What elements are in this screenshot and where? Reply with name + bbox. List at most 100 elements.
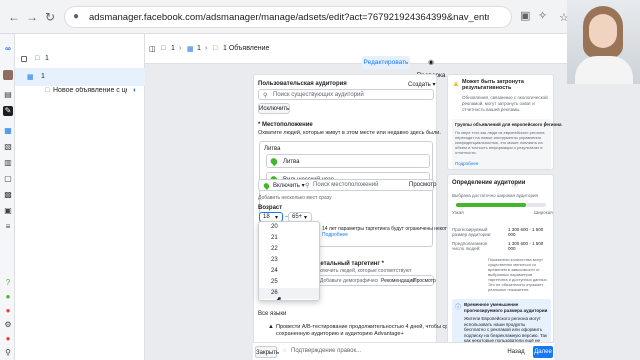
age-min-dropdown-list[interactable]: 20 21 22 23 24 25 26 ⬈	[258, 221, 320, 301]
info-icon[interactable]: ⓘ	[512, 180, 518, 189]
ab-test-text: Провести A/B-тестирование продолжительно…	[276, 324, 466, 330]
webcam-overlay	[567, 0, 640, 84]
tree-item-ad[interactable]: □ Новое объявление с целью "... ◐	[15, 82, 145, 100]
chevron-right-icon: ›	[179, 45, 182, 52]
extension-puzzle-icon[interactable]: ✧	[538, 9, 547, 22]
tree-item-label: 1	[41, 73, 45, 80]
eye-icon: ◉	[428, 59, 434, 66]
tree-item-label: Новое объявление с целью "...	[53, 87, 127, 94]
chevron-down-icon: ▾	[275, 215, 279, 221]
ab-test-text-line2: сохраненную аудиторию и аудиторию Advant…	[276, 331, 404, 337]
chart-icon[interactable]: ▤	[3, 90, 13, 100]
breadcrumb-campaign[interactable]: 1	[171, 45, 175, 52]
info-circle-icon: ⓘ	[455, 305, 462, 311]
ad-small-icon: □	[213, 45, 218, 52]
ab-test-icon: ▲	[268, 324, 274, 330]
age-option-hovered[interactable]: 26	[259, 288, 319, 299]
search-icon[interactable]: ⚲	[3, 348, 13, 358]
search-icon: ⚲	[305, 183, 310, 189]
tree-item-label: 1	[45, 55, 49, 62]
location-pin-icon	[269, 156, 279, 167]
age-option[interactable]: 25	[259, 277, 319, 288]
settings-gear-icon[interactable]: ⚙	[3, 320, 13, 330]
alerts-icon[interactable]: ●	[3, 306, 13, 316]
forward-arrow-icon[interactable]: →	[24, 9, 40, 25]
location-chip-lithuania[interactable]: Литва	[266, 154, 430, 168]
detailed-targeting-input[interactable]: Добавьте демографические данные, интерес…	[316, 275, 436, 286]
add-bulk-locations-link[interactable]: Добавить несколько мест сразу	[258, 195, 332, 201]
tree-checkbox[interactable]	[21, 56, 27, 62]
browser-toolbar: ← → ↻ ● adsmanager.facebook.com/adsmanag…	[0, 0, 640, 34]
help-icon[interactable]: ?	[3, 278, 13, 288]
age-option[interactable]: 22	[259, 244, 319, 255]
group-info-box: Группы объявлений для европейского регио…	[452, 119, 561, 169]
detailed-targeting-title: Детальный таргетинг *	[316, 261, 384, 267]
adset-icon: ▦	[187, 46, 194, 53]
meta-logo-icon[interactable]: ∞	[3, 44, 13, 54]
calendar-icon[interactable]: ▢	[3, 174, 13, 184]
campaigns-icon[interactable]: ▦	[3, 126, 13, 136]
mouse-cursor-icon: ⬈	[275, 295, 282, 301]
age-max-value: 65+	[292, 214, 303, 220]
group-body: По мере того как люди из европейского ре…	[455, 130, 545, 155]
audience-search-input[interactable]: ⚲ Поиск существующих аудиторий	[258, 89, 434, 100]
location-search-row: Включить ▾ ⚲ Поиск местоположений Просмо…	[258, 179, 436, 191]
right-sidebar: ▲ Может быть затронута результативность …	[447, 74, 561, 360]
status-half-icon: ◐	[133, 87, 138, 94]
warning-icon: ▲	[452, 79, 460, 88]
exclude-button[interactable]: Исключить	[258, 103, 290, 114]
reports-icon[interactable]: ▣	[3, 206, 13, 216]
back-arrow-icon[interactable]: ←	[6, 9, 22, 25]
audience-definition-card: Определение аудитории ⓘ Выбрана достаточ…	[447, 174, 554, 360]
breadcrumb-adset[interactable]: 1	[197, 45, 201, 52]
breadcrumb-ad[interactable]: 1 Объявление	[223, 45, 269, 52]
billing-icon[interactable]: ▩	[3, 190, 13, 200]
create-dropdown[interactable]: Создать ▾	[408, 81, 436, 88]
panel-toggle-icon[interactable]: ◫	[149, 45, 156, 53]
country-label: Литва	[264, 146, 281, 152]
edit-pencil-icon[interactable]: ✎	[3, 106, 13, 116]
next-button[interactable]: Далее	[533, 346, 553, 358]
close-button[interactable]: Закрыть	[255, 346, 279, 358]
settings-list-icon[interactable]: ≡	[3, 222, 13, 232]
location-title: * Местоположение	[258, 122, 313, 128]
custom-audience-title: Пользовательская аудитория	[258, 81, 347, 87]
chevron-right-icon: ›	[205, 45, 208, 52]
footer-bar: Закрыть ◌ Подтверждение правок... Назад …	[253, 342, 554, 360]
preview-tab-button[interactable]: ◉ Проверка	[414, 56, 448, 79]
location-search-input[interactable]: Поиск местоположений	[313, 182, 378, 188]
edit-tab-button[interactable]: Редактировать	[362, 56, 410, 69]
extensions-icon[interactable]: ▣	[520, 9, 530, 22]
address-bar[interactable]: ● adsmanager.facebook.com/adsmanager/man…	[64, 6, 569, 28]
audience-icon[interactable]: ▥	[3, 158, 13, 168]
est-size-value: 1 300 600 - 1 500 000	[508, 227, 544, 237]
age-option[interactable]: 24	[259, 266, 319, 277]
age-option[interactable]: 21	[259, 233, 319, 244]
site-info-icon[interactable]: ●	[73, 11, 79, 22]
age-option[interactable]: 20	[259, 222, 319, 233]
breadcrumb-bar: ◫ □ 1 › ▦ 1 › □ 1 Объявление	[145, 34, 567, 64]
audience-definition-sub: Выбрана достаточно широкая аудитория	[452, 193, 538, 198]
browse-detailed-button[interactable]: Просмотр	[413, 278, 436, 284]
notifications-icon[interactable]: ●	[3, 292, 13, 302]
estimate-note: Показатели количества могут существенно …	[488, 257, 548, 292]
group-learn-more-link[interactable]: Подробнее	[455, 161, 478, 166]
languages-value: Все языки	[258, 311, 287, 317]
tree-folder-icon: □	[35, 55, 40, 62]
age-learn-more-link[interactable]: Подробнее	[322, 232, 348, 238]
search-icon: ⚲	[263, 93, 268, 99]
spinner-icon: ◌	[283, 348, 287, 354]
back-button[interactable]: Назад	[505, 346, 527, 358]
include-dropdown[interactable]: Включить ▾	[273, 182, 305, 189]
reload-icon[interactable]: ↻	[42, 9, 58, 25]
account-avatar[interactable]	[3, 70, 13, 80]
tree-item-campaign[interactable]: □ 1	[15, 50, 145, 68]
grid-icon[interactable]: ▧	[3, 142, 13, 152]
warning-body: Обновления, связанные с экологической ре…	[462, 95, 548, 112]
recommendations-link[interactable]: Рекомендации	[381, 278, 415, 284]
age-option[interactable]: 23	[259, 255, 319, 266]
chevron-up-icon[interactable]: ˄	[544, 121, 547, 127]
errors-icon[interactable]: ●	[3, 334, 13, 344]
est-size-label: Прогнозируемый размер аудитории:	[452, 227, 492, 237]
browse-locations-button[interactable]: Просмотр	[409, 182, 436, 188]
